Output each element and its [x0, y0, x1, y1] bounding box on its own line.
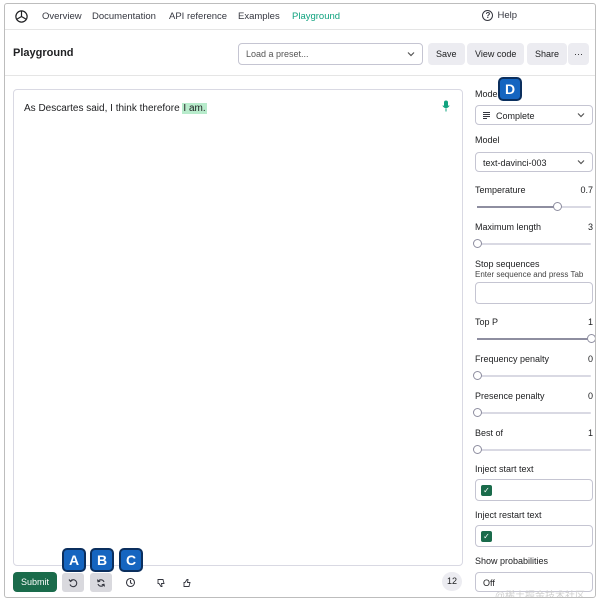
model-label: Model	[475, 135, 500, 145]
thumbs-up-button[interactable]	[176, 573, 198, 592]
mode-label: Mode	[475, 89, 498, 99]
inject-restart-checkbox[interactable]: ✓	[481, 531, 492, 542]
playground-window: Overview Documentation API reference Exa…	[4, 3, 596, 598]
view-code-button[interactable]: View code	[467, 43, 525, 65]
help-link[interactable]: ? Help	[482, 10, 517, 21]
presence-penalty-value: 0	[587, 391, 593, 401]
top-p-slider-fill	[477, 338, 591, 340]
temperature-value: 0.7	[580, 185, 593, 195]
nav-examples[interactable]: Examples	[238, 11, 280, 22]
show-probabilities-label: Show probabilities	[475, 556, 549, 566]
share-button[interactable]: Share	[527, 43, 568, 65]
prompt-editor[interactable]: As Descartes said, I think therefore I a…	[13, 89, 463, 566]
nav-overview[interactable]: Overview	[42, 11, 82, 22]
presence-penalty-slider[interactable]	[473, 408, 591, 417]
model-value: text-davinci-003	[483, 158, 547, 168]
temperature-slider-thumb[interactable]	[552, 202, 562, 211]
stop-sequences-label: Stop sequences	[475, 259, 540, 269]
top-p-slider-thumb[interactable]	[587, 334, 595, 343]
top-p-value: 1	[587, 317, 593, 327]
inject-start-label: Inject start text	[475, 464, 534, 474]
save-button[interactable]: Save	[428, 43, 465, 65]
page-header: Playground Load a preset... Save View co…	[5, 31, 595, 76]
help-label: Help	[497, 10, 517, 21]
temperature-slider-fill	[477, 206, 557, 208]
top-nav: Overview Documentation API reference Exa…	[5, 4, 595, 30]
thumbs-down-icon	[157, 578, 165, 587]
preset-select[interactable]: Load a preset...	[238, 43, 423, 65]
model-select[interactable]: text-davinci-003	[475, 152, 593, 172]
callout-badge-d: D	[498, 77, 522, 101]
inject-restart-input[interactable]: ✓	[475, 525, 593, 547]
max-length-slider-thumb[interactable]	[473, 239, 482, 248]
stop-sequences-input[interactable]	[475, 282, 593, 304]
regenerate-button[interactable]	[90, 573, 112, 592]
temperature-label: Temperature	[475, 185, 526, 195]
complete-mode-icon	[483, 112, 490, 119]
top-p-label: Top P	[475, 317, 499, 327]
undo-button[interactable]	[62, 573, 84, 592]
more-button[interactable]: ···	[568, 43, 589, 65]
mode-select[interactable]: Complete	[475, 105, 593, 125]
max-length-slider[interactable]	[473, 239, 591, 248]
stop-sequences-hint: Enter sequence and press Tab	[475, 270, 584, 279]
completion-highlight: I am.	[182, 103, 207, 114]
max-length-value: 3	[587, 222, 593, 232]
callout-badge-b: B	[90, 548, 114, 572]
regenerate-icon	[97, 578, 105, 587]
frequency-penalty-value: 0	[587, 354, 593, 364]
token-count: 12	[442, 572, 462, 591]
microphone-icon[interactable]	[442, 100, 450, 112]
top-p-slider[interactable]	[477, 334, 595, 343]
frequency-penalty-label: Frequency penalty	[475, 354, 550, 364]
inject-start-input[interactable]: ✓	[475, 479, 593, 501]
mode-value: Complete	[496, 111, 535, 121]
show-probabilities-value: Off	[483, 578, 495, 588]
nav-playground[interactable]: Playground	[292, 11, 340, 22]
best-of-label: Best of	[475, 428, 504, 438]
nav-api-reference[interactable]: API reference	[169, 11, 227, 22]
nav-documentation[interactable]: Documentation	[92, 11, 156, 22]
best-of-value: 1	[587, 428, 593, 438]
undo-icon	[68, 578, 78, 587]
inject-restart-label: Inject restart text	[475, 510, 542, 520]
presence-penalty-label: Presence penalty	[475, 391, 545, 401]
presence-penalty-slider-thumb[interactable]	[473, 408, 482, 417]
chevron-down-icon	[407, 52, 415, 57]
submit-button[interactable]: Submit	[13, 572, 57, 592]
prompt-text: As Descartes said, I think therefore	[24, 103, 180, 114]
thumbs-up-icon	[183, 578, 191, 587]
chevron-down-icon	[577, 160, 585, 165]
history-icon	[125, 577, 135, 588]
thumbs-down-button[interactable]	[150, 573, 172, 592]
callout-badge-c: C	[119, 548, 143, 572]
preset-placeholder: Load a preset...	[246, 49, 309, 59]
openai-logo-icon[interactable]	[14, 9, 29, 24]
watermark: @稀土掘金技术社区	[494, 591, 585, 598]
temperature-slider[interactable]	[477, 202, 591, 211]
history-button[interactable]	[119, 573, 141, 592]
callout-badge-a: A	[62, 548, 86, 572]
max-length-label: Maximum length	[475, 222, 542, 232]
best-of-slider-thumb[interactable]	[473, 445, 482, 454]
inject-start-checkbox[interactable]: ✓	[481, 485, 492, 496]
editor-content[interactable]: As Descartes said, I think therefore I a…	[24, 103, 207, 114]
frequency-penalty-slider[interactable]	[473, 371, 591, 380]
help-icon: ?	[482, 10, 494, 21]
frequency-penalty-slider-thumb[interactable]	[473, 371, 482, 380]
chevron-down-icon	[577, 113, 585, 118]
best-of-slider[interactable]	[473, 445, 591, 454]
page-title: Playground	[13, 47, 74, 59]
